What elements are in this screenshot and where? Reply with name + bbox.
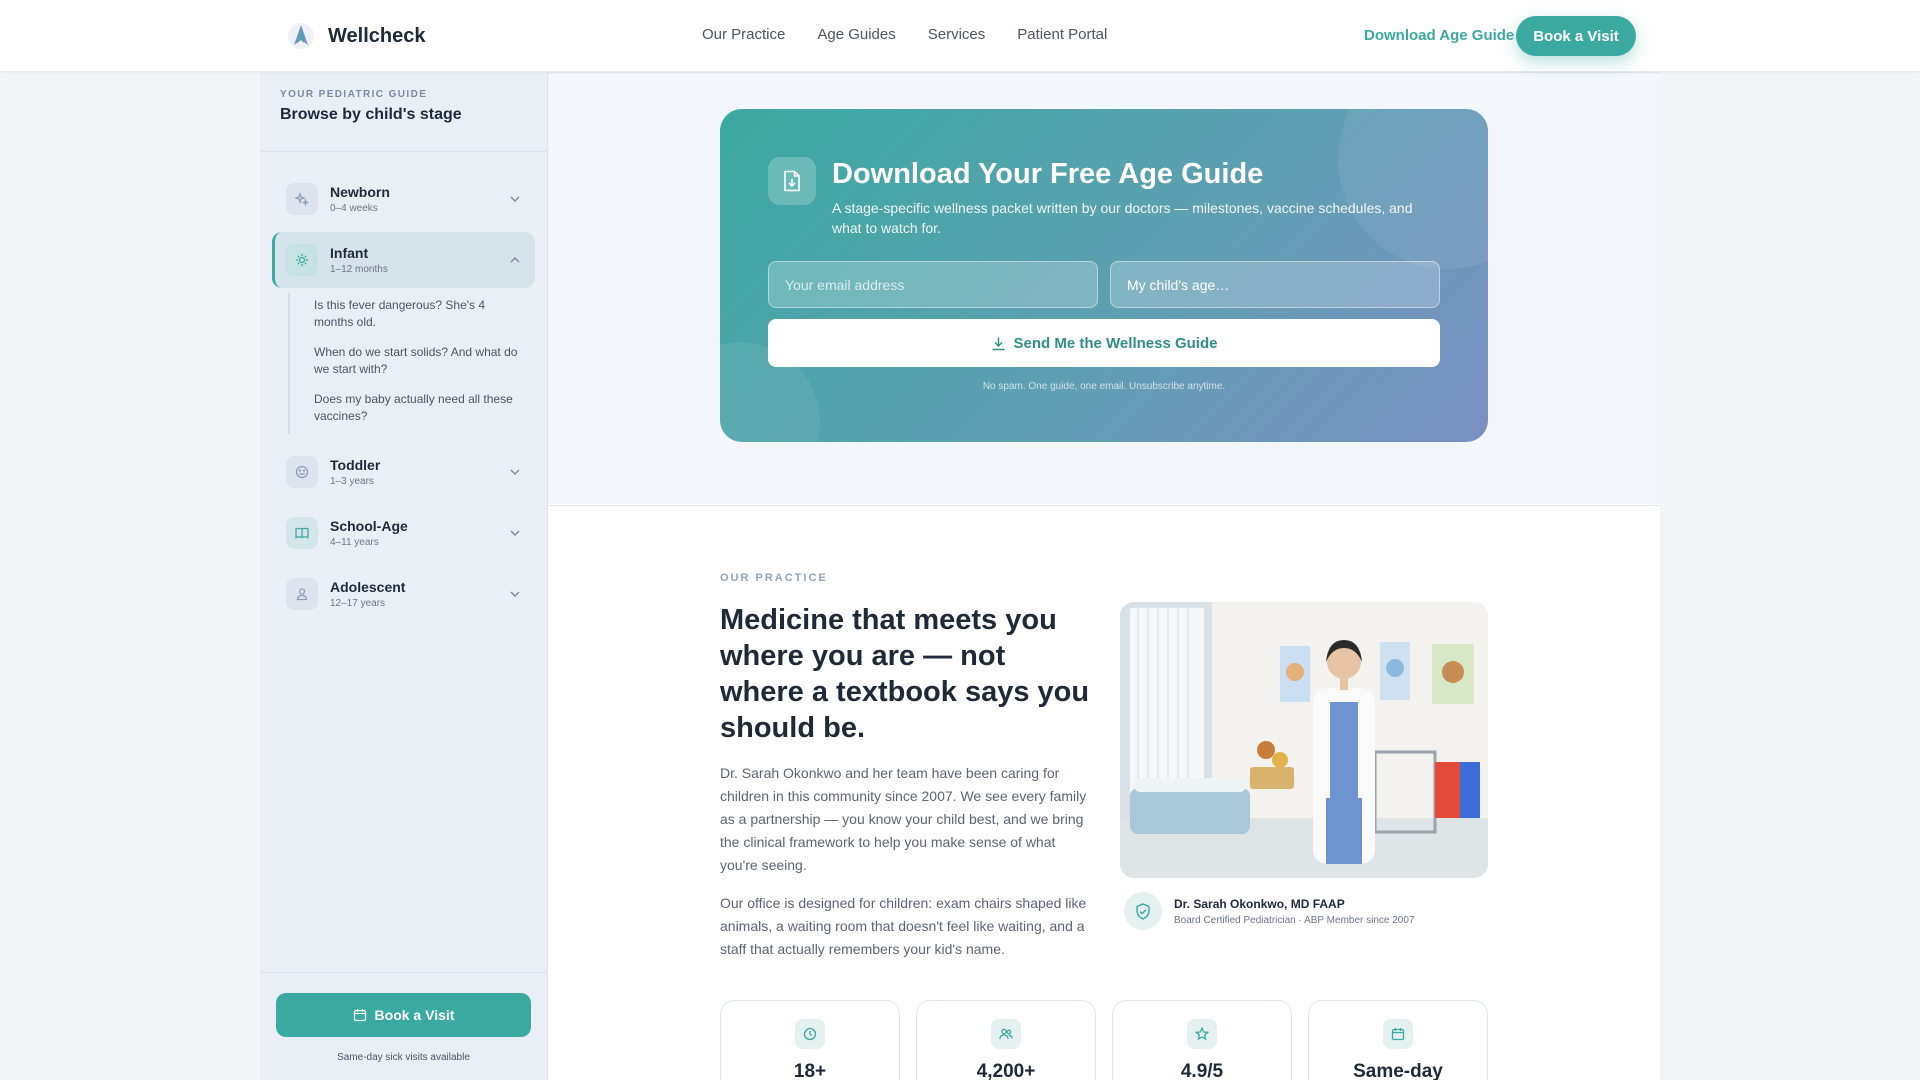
stage-list: Newborn 0–4 weeks Infant 1–12 months Is …	[260, 152, 547, 622]
email-input[interactable]	[768, 261, 1098, 308]
wellcheck-logo-icon	[288, 23, 314, 49]
chevron-up-icon	[510, 257, 520, 263]
child-age-select[interactable]: My child's age…	[1110, 261, 1440, 308]
book-icon	[286, 517, 318, 549]
download-guide-card: Download Your Free Age Guide A stage-spe…	[720, 109, 1488, 442]
stats-row: 18+ 4,200+ 4.9/5 Same-day	[720, 1000, 1488, 1080]
question-link[interactable]: Does my baby actually need all these vac…	[314, 387, 524, 434]
stage-range: 12–17 years	[330, 598, 386, 609]
download-icon	[992, 337, 1005, 350]
decorative-circle	[1338, 109, 1488, 269]
doctor-name: Dr. Sarah Okonkwo, MD FAAP	[1174, 896, 1345, 911]
calendar-icon	[1383, 1019, 1413, 1049]
sidebar-footer: Book a Visit Same-day sick visits availa…	[260, 972, 547, 1080]
stage-name: Toddler	[330, 457, 381, 473]
stage-name: School-Age	[330, 518, 408, 534]
doctor-photo	[1120, 602, 1488, 878]
stat-value: 18+	[793, 1061, 827, 1080]
download-title: Download Your Free Age Guide	[832, 158, 1264, 190]
nav-age-guides[interactable]: Age Guides	[817, 26, 895, 43]
stage-newborn[interactable]: Newborn 0–4 weeks	[272, 171, 535, 227]
stage-name: Newborn	[330, 184, 390, 200]
our-practice-section: OUR PRACTICE Medicine that meets you whe…	[548, 505, 1660, 1080]
practice-paragraph: Dr. Sarah Okonkwo and her team have been…	[720, 765, 1087, 873]
question-link[interactable]: Is this fever dangerous? She's 4 months …	[314, 293, 524, 340]
nav-our-practice[interactable]: Our Practice	[702, 26, 785, 43]
download-section: Download Your Free Age Guide A stage-spe…	[548, 72, 1660, 504]
clock-icon	[795, 1019, 825, 1049]
sidebar-book-visit-label: Book a Visit	[374, 1007, 455, 1023]
download-age-guide-link[interactable]: Download Age Guide	[1364, 27, 1514, 44]
stage-range: 1–12 months	[330, 264, 388, 275]
smile-icon	[286, 456, 318, 488]
nav-services[interactable]: Services	[928, 26, 986, 43]
stat-value: 4.9/5	[1180, 1061, 1224, 1080]
practice-title: Medicine that meets you where you are — …	[720, 604, 1090, 744]
practice-paragraph: Our office is designed for children: exa…	[720, 895, 1087, 957]
stage-range: 4–11 years	[330, 537, 379, 548]
shield-check-icon	[1124, 892, 1162, 930]
chevron-down-icon	[510, 591, 520, 597]
stage-adolescent[interactable]: Adolescent 12–17 years	[272, 566, 535, 622]
file-download-icon	[768, 157, 816, 205]
user-icon	[286, 578, 318, 610]
same-day-note: Same-day sick visits available	[337, 1052, 470, 1063]
calendar-icon	[353, 1009, 366, 1022]
question-link[interactable]: When do we start solids? And what do we …	[314, 340, 524, 387]
stat-value: 4,200+	[976, 1061, 1036, 1080]
chevron-down-icon	[510, 469, 520, 475]
sidebar-book-visit-button[interactable]: Book a Visit	[276, 993, 531, 1037]
main-content: Download Your Free Age Guide A stage-spe…	[548, 72, 1660, 1080]
download-subtitle: A stage-specific wellness packet written…	[832, 200, 1413, 236]
sidebar-title: Browse by child's stage	[280, 106, 462, 123]
stage-toddler[interactable]: Toddler 1–3 years	[272, 444, 535, 500]
practice-eyebrow: OUR PRACTICE	[720, 572, 828, 584]
star-icon	[1187, 1019, 1217, 1049]
doctor-credential: Dr. Sarah Okonkwo, MD FAAP Board Certifi…	[1124, 892, 1415, 930]
header-book-visit-button[interactable]: Book a Visit	[1516, 16, 1636, 56]
stage-name: Adolescent	[330, 579, 406, 595]
top-navigation-bar: Wellcheck Our Practice Age Guides Servic…	[0, 0, 1920, 72]
brand[interactable]: Wellcheck	[286, 21, 425, 51]
send-guide-button[interactable]: Send Me the Wellness Guide	[768, 319, 1440, 367]
infant-questions: Is this fever dangerous? She's 4 months …	[288, 293, 535, 434]
chevron-down-icon	[510, 530, 520, 536]
sidebar-header: YOUR PEDIATRIC GUIDE Browse by child's s…	[260, 72, 547, 152]
stat-card: 4,200+	[916, 1000, 1096, 1080]
send-guide-label: Send Me the Wellness Guide	[1013, 334, 1218, 352]
stage-range: 1–3 years	[330, 476, 374, 487]
stat-card: 18+	[720, 1000, 900, 1080]
sparkle-icon	[286, 183, 318, 215]
stage-infant[interactable]: Infant 1–12 months	[272, 232, 535, 288]
doctor-credentials: Board Certified Pediatrician · ABP Membe…	[1174, 914, 1415, 926]
users-icon	[991, 1019, 1021, 1049]
no-spam-note: No spam. One guide, one email. Unsubscri…	[982, 381, 1226, 392]
stat-card: Same-day	[1308, 1000, 1488, 1080]
nav-patient-portal[interactable]: Patient Portal	[1017, 26, 1107, 43]
brand-name: Wellcheck	[328, 24, 426, 47]
chevron-down-icon	[510, 196, 520, 202]
stat-value: Same-day	[1353, 1061, 1443, 1080]
stat-card: 4.9/5	[1112, 1000, 1292, 1080]
stage-name: Infant	[330, 245, 369, 261]
stage-school-age[interactable]: School-Age 4–11 years	[272, 505, 535, 561]
stage-range: 0–4 weeks	[330, 203, 378, 214]
sidebar-eyebrow: YOUR PEDIATRIC GUIDE	[280, 89, 428, 100]
sun-icon	[286, 244, 318, 276]
main-nav: Our Practice Age Guides Services Patient…	[702, 26, 1107, 43]
stage-sidebar: YOUR PEDIATRIC GUIDE Browse by child's s…	[260, 72, 548, 1080]
